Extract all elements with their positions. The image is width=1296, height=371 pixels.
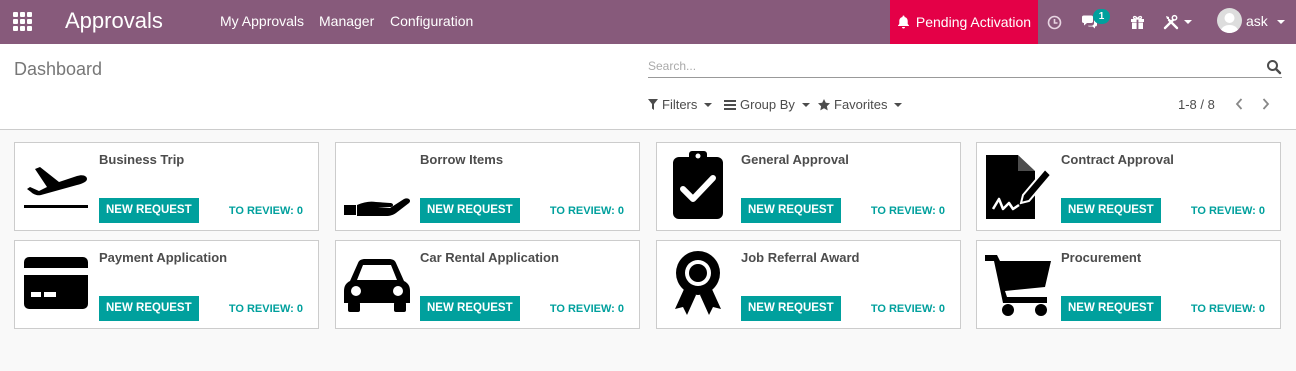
user-name: ask [1246, 13, 1268, 29]
to-review-link[interactable]: TO REVIEW: 0 [550, 303, 624, 315]
signed-document-icon [986, 155, 1053, 219]
approval-card-payment-application: Payment Application NEW REQUEST TO REVIE… [14, 240, 319, 329]
pager-next-icon[interactable] [1258, 95, 1274, 113]
approval-card-car-rental: Car Rental Application NEW REQUEST TO RE… [335, 240, 640, 329]
bell-icon [897, 15, 909, 29]
award-ribbon-icon [675, 251, 721, 315]
to-review-link[interactable]: TO REVIEW: 0 [871, 303, 945, 315]
breadcrumb: Dashboard [14, 59, 103, 79]
approval-card-procurement: Procurement NEW REQUEST TO REVIEW: 0 [976, 240, 1281, 329]
clipboard-check-icon [673, 151, 723, 219]
to-review-link[interactable]: TO REVIEW: 0 [229, 303, 303, 315]
new-request-button[interactable]: NEW REQUEST [420, 296, 520, 321]
chevron-down-icon [894, 102, 903, 107]
approval-card-business-trip: Business Trip NEW REQUEST TO REVIEW: 0 [14, 142, 319, 231]
car-icon [344, 259, 410, 312]
approval-card-general-approval: General Approval NEW REQUEST TO REVIEW: … [656, 142, 961, 231]
search-icon[interactable] [1266, 59, 1282, 75]
new-request-button[interactable]: NEW REQUEST [1061, 296, 1161, 321]
pager-value[interactable]: 1-8 / 8 [1178, 97, 1215, 112]
approval-card-borrow-items: Borrow Items NEW REQUEST TO REVIEW: 0 [335, 142, 640, 231]
pager-previous-icon[interactable] [1231, 95, 1247, 113]
chevron-down-icon [1276, 20, 1285, 25]
star-icon [818, 98, 830, 110]
chevron-down-icon [704, 102, 713, 107]
control-panel: Dashboard Filters Group By Favorites 1-8… [0, 44, 1296, 130]
user-menu[interactable]: ask [1246, 13, 1285, 29]
new-request-button[interactable]: NEW REQUEST [741, 296, 841, 321]
to-review-link[interactable]: TO REVIEW: 0 [871, 205, 945, 217]
group-by-button[interactable]: Group By [724, 97, 810, 112]
menu-configuration[interactable]: Configuration [390, 13, 473, 30]
to-review-link[interactable]: TO REVIEW: 0 [229, 205, 303, 217]
to-review-link[interactable]: TO REVIEW: 0 [1191, 303, 1265, 315]
card-title[interactable]: Contract Approval [1061, 152, 1174, 167]
new-request-button[interactable]: NEW REQUEST [99, 198, 199, 223]
favorites-button[interactable]: Favorites [818, 97, 903, 112]
filters-button[interactable]: Filters [648, 97, 713, 112]
search-bar [648, 56, 1282, 78]
filters-label: Filters [662, 97, 698, 112]
card-title[interactable]: Borrow Items [420, 152, 503, 167]
new-request-button[interactable]: NEW REQUEST [1061, 198, 1161, 223]
card-title[interactable]: General Approval [741, 152, 849, 167]
gift-icon[interactable] [1130, 11, 1145, 33]
pending-activation-label: Pending Activation [915, 14, 1032, 30]
pending-activation-button[interactable]: Pending Activation [890, 0, 1038, 44]
menu-manager[interactable]: Manager [319, 13, 374, 30]
chevron-down-icon [1184, 20, 1192, 24]
card-title[interactable]: Procurement [1061, 250, 1141, 265]
filter-icon [648, 99, 658, 110]
new-request-button[interactable]: NEW REQUEST [99, 296, 199, 321]
credit-card-icon [24, 257, 88, 309]
card-title[interactable]: Business Trip [99, 152, 184, 167]
new-request-button[interactable]: NEW REQUEST [741, 198, 841, 223]
activity-clock-icon[interactable] [1047, 11, 1062, 33]
card-title[interactable]: Job Referral Award [741, 250, 860, 265]
menu-my-approvals[interactable]: My Approvals [220, 13, 304, 30]
favorites-label: Favorites [834, 97, 888, 112]
group-by-label: Group By [740, 97, 795, 112]
to-review-link[interactable]: TO REVIEW: 0 [1191, 205, 1265, 217]
airplane-icon [24, 167, 88, 208]
card-title[interactable]: Payment Application [99, 250, 227, 265]
top-navbar: Approvals My Approvals Manager Configura… [0, 0, 1296, 44]
messages-count-badge: 1 [1093, 9, 1110, 24]
list-icon [724, 99, 736, 110]
approval-card-job-referral-award: Job Referral Award NEW REQUEST TO REVIEW… [656, 240, 961, 329]
app-title[interactable]: Approvals [65, 8, 163, 34]
new-request-button[interactable]: NEW REQUEST [420, 198, 520, 223]
apps-menu-icon[interactable] [13, 12, 33, 32]
user-avatar[interactable] [1217, 8, 1242, 33]
chevron-down-icon [801, 102, 810, 107]
to-review-link[interactable]: TO REVIEW: 0 [550, 205, 624, 217]
shopping-cart-icon [985, 255, 1051, 316]
hand-icon [344, 198, 411, 216]
card-title[interactable]: Car Rental Application [420, 250, 559, 265]
approval-card-contract-approval: Contract Approval NEW REQUEST TO REVIEW:… [976, 142, 1281, 231]
debug-tools-icon[interactable] [1163, 11, 1192, 33]
search-input[interactable] [648, 56, 1248, 76]
